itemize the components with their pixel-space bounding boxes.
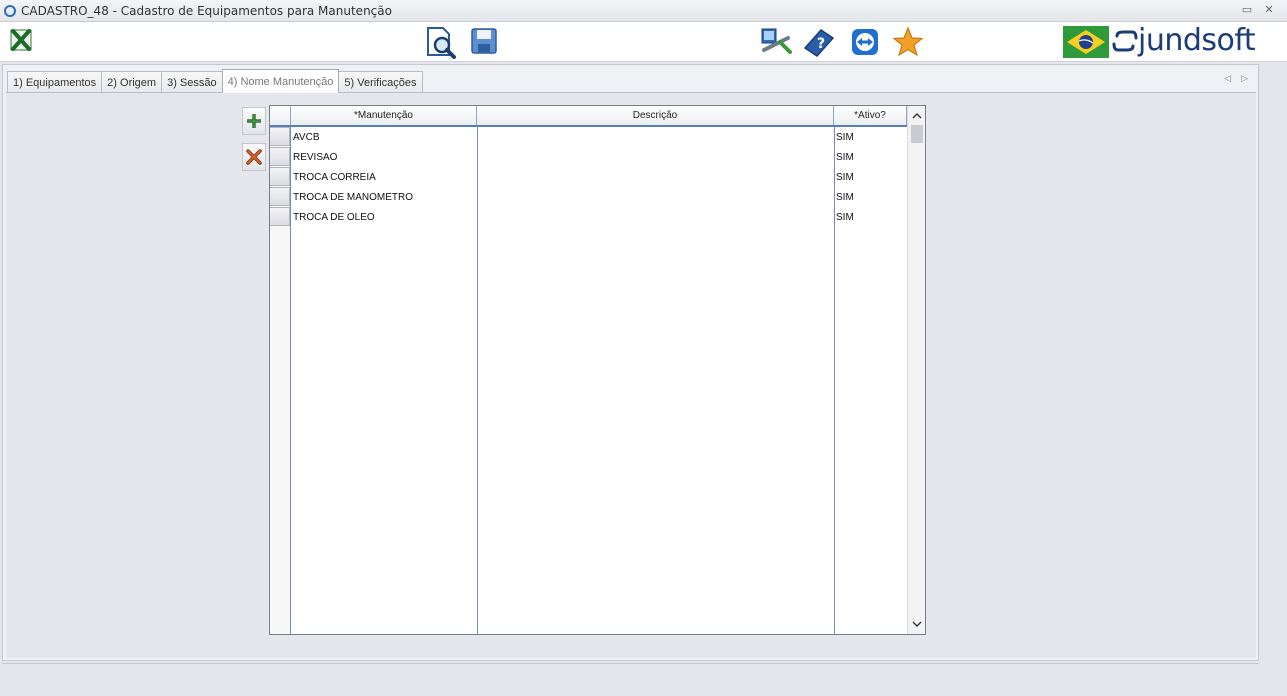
cell-manutencao[interactable]: TROCA DE OLEO <box>290 207 476 227</box>
window-title: CADASTRO_48 - Cadastro de Equipamentos p… <box>21 3 392 18</box>
cell-descricao[interactable] <box>476 207 833 227</box>
cell-ativo[interactable]: SIM <box>833 167 906 187</box>
table-row[interactable]: TROCA DE OLEO SIM <box>270 207 907 227</box>
delete-icon <box>246 149 262 165</box>
tab-bar: 1) Equipamentos 2) Origem 3) Sessão 4) N… <box>7 69 423 93</box>
brand-name: jundsoft <box>1138 23 1256 58</box>
vertical-scrollbar[interactable] <box>907 106 925 634</box>
add-row-button[interactable] <box>242 107 266 135</box>
tab-nome-manutencao[interactable]: 4) Nome Manutenção <box>221 69 340 93</box>
title-bar: CADASTRO_48 - Cadastro de Equipamentos p… <box>0 0 1287 22</box>
cell-manutencao[interactable]: TROCA CORREIA <box>290 167 476 187</box>
grid-header: *Manutenção Descrição *Ativo? <box>270 106 907 127</box>
cell-manutencao[interactable]: AVCB <box>290 127 476 147</box>
table-row[interactable]: TROCA DE MANOMETRO SIM <box>270 187 907 207</box>
row-selector[interactable] <box>270 187 290 206</box>
tab-scroll-arrows: ◁ ▷ <box>1224 73 1248 84</box>
remote-support-icon[interactable] <box>758 26 794 58</box>
tab-sessao[interactable]: 3) Sessão <box>161 71 223 93</box>
tab-origem[interactable]: 2) Origem <box>101 71 163 93</box>
teamviewer-icon[interactable] <box>849 27 881 57</box>
tab-scroll-right-icon[interactable]: ▷ <box>1241 73 1248 84</box>
tab-equipamentos[interactable]: 1) Equipamentos <box>7 71 103 93</box>
toolbar: ? <box>0 22 1287 62</box>
excel-icon[interactable] <box>8 27 36 53</box>
app-icon <box>4 4 16 17</box>
search-document-icon[interactable] <box>423 25 459 59</box>
save-icon[interactable] <box>468 26 500 56</box>
row-selector[interactable] <box>270 207 290 226</box>
favorite-star-icon[interactable] <box>891 26 925 58</box>
header-row-selector <box>270 106 291 125</box>
brazil-flag-icon <box>1063 26 1109 58</box>
scroll-up-icon[interactable] <box>908 108 925 124</box>
cell-descricao[interactable] <box>476 127 833 147</box>
tab-verificacoes[interactable]: 5) Verificações <box>338 71 423 93</box>
table-row[interactable]: REVISAO SIM <box>270 147 907 167</box>
delete-row-button[interactable] <box>242 143 266 171</box>
grid-body: AVCB SIM REVISAO SIM TROCA CORREIA SIM T… <box>270 127 908 634</box>
tab-scroll-left-icon[interactable]: ◁ <box>1224 73 1231 84</box>
header-descricao[interactable]: Descrição <box>477 106 834 125</box>
tab-content: *Manutenção Descrição *Ativo? AVCB SIM R… <box>6 92 1256 658</box>
scroll-down-icon[interactable] <box>908 616 925 632</box>
header-manutencao[interactable]: *Manutenção <box>291 106 477 125</box>
cell-descricao[interactable] <box>476 167 833 187</box>
help-book-icon[interactable]: ? <box>801 26 837 58</box>
main-panel: 1) Equipamentos 2) Origem 3) Sessão 4) N… <box>2 64 1259 661</box>
cell-ativo[interactable]: SIM <box>833 127 906 147</box>
cell-descricao[interactable] <box>476 147 833 167</box>
row-selector[interactable] <box>270 127 290 146</box>
cell-manutencao[interactable]: REVISAO <box>290 147 476 167</box>
cell-descricao[interactable] <box>476 187 833 207</box>
cell-manutencao[interactable]: TROCA DE MANOMETRO <box>290 187 476 207</box>
table-row[interactable]: AVCB SIM <box>270 127 907 147</box>
table-row[interactable]: TROCA CORREIA SIM <box>270 167 907 187</box>
row-selector[interactable] <box>270 167 290 186</box>
row-selector[interactable] <box>270 147 290 166</box>
close-button[interactable]: ✕ <box>1262 4 1276 16</box>
cell-ativo[interactable]: SIM <box>833 207 906 227</box>
cell-ativo[interactable]: SIM <box>833 147 906 167</box>
minimize-button[interactable]: ▭ <box>1240 4 1254 16</box>
cell-ativo[interactable]: SIM <box>833 187 906 207</box>
jundsoft-logo-icon <box>1112 30 1138 52</box>
status-bar <box>2 663 1259 676</box>
svg-text:?: ? <box>817 36 825 52</box>
add-icon <box>247 114 261 128</box>
scroll-thumb[interactable] <box>911 125 923 143</box>
header-ativo[interactable]: *Ativo? <box>834 106 907 125</box>
maintenance-grid: *Manutenção Descrição *Ativo? AVCB SIM R… <box>269 105 926 635</box>
brand-logo: jundsoft <box>1112 23 1256 58</box>
